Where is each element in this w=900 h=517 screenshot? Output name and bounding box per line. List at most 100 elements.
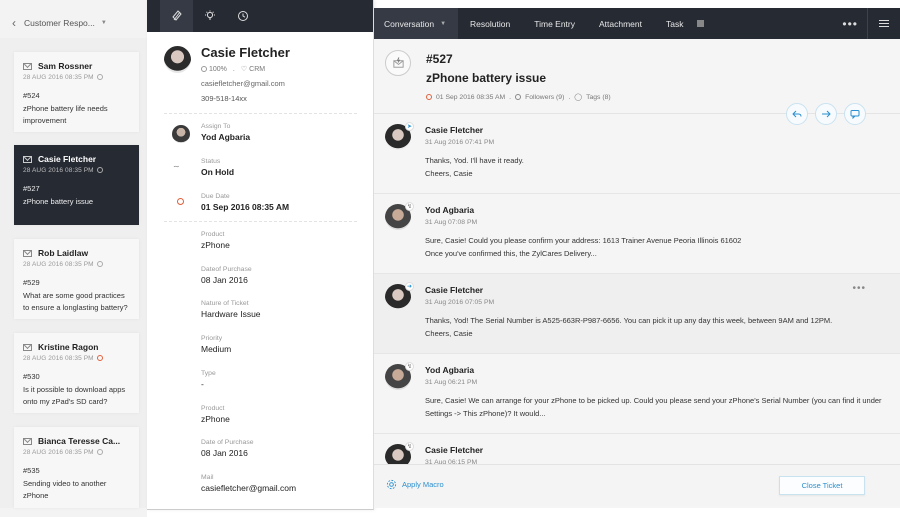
close-ticket-button[interactable]: Close Ticket [779, 476, 865, 495]
happiness-icon [201, 65, 207, 72]
ticket-contact-name: Kristine Ragon [38, 342, 99, 352]
ticket-date: 28 AUG 2016 08:35 PM [23, 449, 94, 456]
email-icon [23, 249, 32, 257]
email-icon [23, 62, 32, 70]
tab-time-entry[interactable]: Time Entry [522, 8, 587, 39]
contact-details-pane: Casie Fletcher 100% . ♡ CRM casiefletcher… [147, 0, 374, 510]
ticket-card-active[interactable]: Casie Fletcher 28 AUG 2016 08:35 PM #527… [14, 145, 139, 225]
tab-conversation[interactable]: Conversation ▼ [374, 8, 459, 39]
status-trend-icon: ∼ [173, 162, 180, 171]
comment-icon [850, 110, 860, 119]
field-product[interactable]: Product zPhone [201, 231, 230, 250]
author-avatar: ↯ [385, 202, 414, 230]
ticket-number: #524 [23, 91, 40, 100]
message[interactable]: ↯ Yod Agbaria 31 Aug 07:08 PM Sure, Casi… [374, 194, 900, 274]
message-author: Casie Fletcher [425, 285, 484, 295]
contact-phone[interactable]: 309-518-14xx [201, 94, 247, 103]
hamburger-menu-icon[interactable] [867, 8, 900, 39]
ticket-number: #535 [23, 466, 40, 475]
message[interactable]: ↯ Casie Fletcher 31 Aug 06:15 PM [374, 434, 900, 464]
tab-task[interactable]: Task [654, 8, 695, 39]
followers-icon [515, 94, 522, 100]
ticket-tabbar: Conversation ▼ Resolution Time Entry Atta… [374, 8, 900, 39]
tags-link[interactable]: Tags (8) [586, 94, 611, 101]
ticket-date: 28 AUG 2016 08:35 PM [23, 167, 94, 174]
ticket-subject: Sending video to another zPhone [23, 479, 107, 500]
tab-suggestions[interactable] [193, 0, 226, 32]
author-avatar: ➜ [385, 282, 414, 310]
ticket-properties-icon [171, 10, 182, 21]
contact-tabbar [147, 0, 373, 32]
ticket-subject: zPhone battery life needs improvement [23, 104, 108, 125]
ticket-card[interactable]: Bianca Teresse Ca... 28 AUG 2016 08:35 P… [14, 427, 139, 508]
status-icon [96, 449, 103, 455]
reply-button[interactable] [786, 103, 808, 125]
chevron-left-icon[interactable]: ‹ [12, 16, 16, 30]
due-date-icon [177, 198, 184, 205]
tab-ticket-properties[interactable] [160, 0, 193, 32]
message-date: 31 Aug 2016 07:05 PM [425, 299, 495, 306]
message-more-icon[interactable]: ••• [852, 283, 866, 294]
chevron-down-icon: ▼ [440, 20, 447, 27]
comment-button[interactable] [844, 103, 866, 125]
ticket-subject: Is it possible to download apps onto my … [23, 385, 126, 406]
field-assign-to[interactable]: Assign To Yod Agbaria [201, 123, 250, 142]
reply-icon [792, 110, 802, 118]
view-name[interactable]: Customer Respo... [24, 18, 95, 28]
chevron-down-icon[interactable]: ▼ [101, 20, 107, 26]
ticket-contact-name: Rob Laidlaw [38, 248, 89, 258]
message-body: Sure, Casie! We can arrange for your zPh… [425, 396, 882, 418]
crm-link[interactable]: ♡ CRM [241, 65, 265, 73]
gear-icon [386, 479, 397, 490]
field-status[interactable]: Status On Hold [201, 158, 234, 177]
field-mail[interactable]: Mail casiefletcher@gmail.com [201, 474, 296, 493]
ticket-contact-name: Sam Rossner [38, 61, 93, 71]
message-author: Casie Fletcher [425, 125, 484, 135]
field-product-2[interactable]: Product zPhone [201, 405, 230, 424]
field-nature-of-ticket[interactable]: Nature of Ticket Hardware Issue [201, 300, 261, 319]
author-avatar: ↯ [385, 442, 414, 464]
add-tab-icon[interactable] [697, 20, 705, 27]
message[interactable]: ↯ Yod Agbaria 31 Aug 06:21 PM Sure, Casi… [374, 354, 900, 434]
tab-history[interactable] [226, 0, 259, 32]
overdue-icon [96, 355, 103, 361]
ticket-due-date: 01 Sep 2016 08:35 AM [436, 93, 506, 101]
more-options-icon[interactable]: ••• [842, 8, 858, 39]
reply-arrow-icon: ➜ [405, 282, 414, 291]
message[interactable]: ➤ Casie Fletcher 31 Aug 2016 07:41 PM Th… [374, 114, 900, 194]
forward-button[interactable] [815, 103, 837, 125]
field-priority[interactable]: Priority Medium [201, 335, 231, 354]
twitter-icon: ➤ [405, 122, 414, 131]
contact-name: Casie Fletcher [201, 45, 290, 60]
author-avatar: ➤ [385, 122, 414, 150]
field-date-of-purchase-2[interactable]: Date of Purchase 08 Jan 2016 [201, 439, 254, 458]
ticket-subject: What are some good practices to ensure a… [23, 291, 128, 312]
contact-meta: 100% . ♡ CRM [201, 65, 265, 73]
ticket-meta: 01 Sep 2016 08:35 AM . Followers (9) . ◯… [426, 93, 611, 101]
status-icon [96, 167, 103, 173]
tab-attachment[interactable]: Attachment [587, 8, 654, 39]
agent-reply-icon: ↯ [405, 442, 414, 451]
ticket-card[interactable]: Sam Rossner 28 AUG 2016 08:35 PM #524 zP… [14, 52, 139, 132]
due-date-icon [426, 94, 432, 100]
followers-link[interactable]: Followers (9) [525, 94, 564, 101]
ticket-card[interactable]: Kristine Ragon 28 AUG 2016 08:35 PM #530… [14, 333, 139, 413]
status-icon [96, 74, 103, 80]
field-date-of-purchase[interactable]: Dateof Purchase 08 Jan 2016 [201, 266, 252, 285]
apply-macro-button[interactable]: Apply Macro [386, 479, 444, 490]
assignee-avatar [172, 125, 190, 143]
ticket-card[interactable]: Rob Laidlaw 28 AUG 2016 08:35 PM #529 Wh… [14, 239, 139, 319]
ticket-footer: Apply Macro Close Ticket [374, 464, 900, 506]
email-icon [23, 155, 32, 163]
ticket-date: 28 AUG 2016 08:35 PM [23, 355, 94, 362]
field-due-date[interactable]: Due Date 01 Sep 2016 08:35 AM [201, 193, 289, 212]
field-type[interactable]: Type - [201, 370, 216, 389]
message-date: 31 Aug 2016 07:41 PM [425, 139, 495, 146]
ticket-number: #529 [23, 278, 40, 287]
message-highlighted[interactable]: ➜ Casie Fletcher 31 Aug 2016 07:05 PM ••… [374, 274, 900, 354]
ticket-date: 28 AUG 2016 08:35 PM [23, 261, 94, 268]
tab-resolution[interactable]: Resolution [458, 8, 522, 39]
contact-email[interactable]: casiefletcher@gmail.com [201, 79, 285, 88]
agent-reply-icon: ↯ [405, 362, 414, 371]
view-selector[interactable]: ‹ Customer Respo... ▼ [0, 8, 147, 38]
